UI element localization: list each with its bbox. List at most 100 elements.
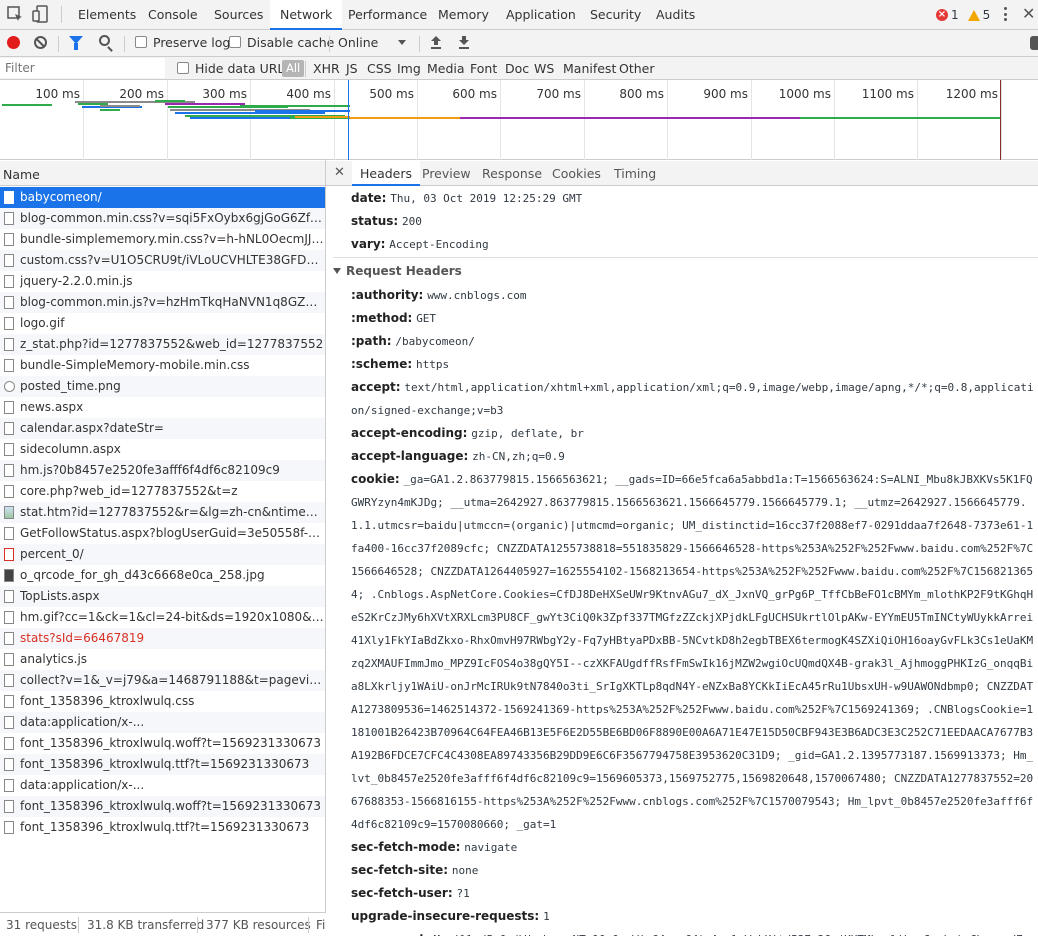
gear-icon[interactable] bbox=[1030, 36, 1038, 50]
filter-type-font[interactable]: Font bbox=[470, 61, 497, 76]
request-row[interactable]: font_1358396_ktroxlwulq.ttf?t=1569231330… bbox=[0, 817, 326, 838]
request-row[interactable]: data:application/x-... bbox=[0, 775, 326, 796]
request-row[interactable]: blog-common.min.css?v=sqi5FxOybx6gjGoG6Z… bbox=[0, 208, 326, 229]
tab-performance[interactable]: Performance bbox=[338, 0, 437, 29]
tab-memory[interactable]: Memory bbox=[428, 0, 499, 29]
hide-data-urls-checkbox[interactable] bbox=[177, 62, 189, 74]
request-headers-section[interactable]: Request Headers bbox=[333, 257, 1038, 284]
request-row[interactable]: sidecolumn.aspx bbox=[0, 439, 326, 460]
detail-tab-timing[interactable]: Timing bbox=[606, 161, 664, 186]
tab-audits[interactable]: Audits bbox=[646, 0, 705, 29]
tab-application[interactable]: Application bbox=[496, 0, 586, 29]
header-value: navigate bbox=[464, 841, 518, 854]
request-row[interactable]: GetFollowStatus.aspx?blogUserGuid=3e5055… bbox=[0, 523, 326, 544]
detail-tab-headers[interactable]: Headers bbox=[352, 161, 421, 186]
header-value: https bbox=[416, 358, 450, 371]
time-tick-label: 300 ms bbox=[202, 87, 247, 101]
inspect-element-icon[interactable] bbox=[6, 5, 24, 23]
filter-type-ws[interactable]: WS bbox=[534, 61, 554, 76]
request-row[interactable]: data:application/x-... bbox=[0, 712, 326, 733]
header-value: ?1 bbox=[456, 887, 470, 900]
header-line: accept: text/html,application/xhtml+xml,… bbox=[351, 376, 1038, 422]
search-icon[interactable] bbox=[99, 35, 110, 46]
filter-type-manifest[interactable]: Manifest bbox=[563, 61, 616, 76]
request-row[interactable]: blog-common.min.js?v=hzHmTkqHaNVN1q8GZSv… bbox=[0, 292, 326, 313]
request-row[interactable]: babycomeon/ bbox=[0, 187, 326, 208]
export-har-icon[interactable] bbox=[458, 35, 470, 49]
header-value: gzip, deflate, br bbox=[471, 427, 584, 440]
toolbar-divider bbox=[329, 36, 330, 52]
file-icon bbox=[4, 485, 14, 498]
request-row[interactable]: logo.gif bbox=[0, 313, 326, 334]
error-icon: × bbox=[936, 9, 948, 21]
request-row[interactable]: collect?v=1&_v=j79&a=1468791188&t=pagevi… bbox=[0, 670, 326, 691]
disable-cache-checkbox[interactable] bbox=[229, 36, 241, 48]
clear-icon[interactable] bbox=[34, 36, 47, 49]
request-row[interactable]: analytics.js bbox=[0, 649, 326, 670]
file-icon bbox=[4, 233, 14, 246]
preserve-log-checkbox[interactable] bbox=[135, 36, 147, 48]
file-icon bbox=[4, 254, 14, 267]
request-row[interactable]: news.aspx bbox=[0, 397, 326, 418]
request-row[interactable]: percent_0/ bbox=[0, 544, 326, 565]
filter-type-xhr[interactable]: XHR bbox=[313, 61, 340, 76]
tab-sources[interactable]: Sources bbox=[204, 0, 273, 29]
request-row[interactable]: hm.js?0b8457e2520fe3afff6f4df6c82109c9 bbox=[0, 460, 326, 481]
tab-console[interactable]: Console bbox=[138, 0, 208, 29]
detail-tab-preview[interactable]: Preview bbox=[414, 161, 479, 186]
request-row[interactable]: bundle-simplememory.min.css?v=h-hNL0Oecm… bbox=[0, 229, 326, 250]
filter-type-media[interactable]: Media bbox=[427, 61, 465, 76]
timeline-request-bar bbox=[165, 103, 245, 105]
request-row[interactable]: TopLists.aspx bbox=[0, 586, 326, 607]
throttling-select[interactable]: Online bbox=[338, 35, 378, 50]
timeline-overview[interactable]: 100 ms 200 ms 300 ms 400 ms 500 ms 600 ms 700 … bbox=[0, 80, 1038, 160]
filter-all-button[interactable]: All bbox=[282, 60, 305, 77]
file-icon bbox=[4, 800, 14, 813]
filter-type-doc[interactable]: Doc bbox=[505, 61, 529, 76]
tab-security[interactable]: Security bbox=[580, 0, 651, 29]
chevron-down-icon[interactable] bbox=[398, 40, 406, 45]
request-row[interactable]: o_qrcode_for_gh_d43c6668e0ca_258.jpg bbox=[0, 565, 326, 586]
request-row[interactable]: hm.gif?cc=1&ck=1&cl=24-bit&ds=1920x1080&… bbox=[0, 607, 326, 628]
request-row[interactable]: bundle-SimpleMemory-mobile.min.css bbox=[0, 355, 326, 376]
filter-type-js[interactable]: JS bbox=[346, 61, 358, 76]
warning-icon bbox=[967, 9, 980, 21]
import-har-icon[interactable] bbox=[430, 35, 442, 49]
request-name: core.php?web_id=1277837552&t=z bbox=[20, 484, 238, 498]
request-row[interactable]: stats?sId=66467819 bbox=[0, 628, 326, 649]
close-detail-icon[interactable]: ✕ bbox=[334, 165, 345, 180]
preserve-log-label: Preserve log bbox=[153, 35, 231, 50]
issue-counters[interactable]: × 1 5 bbox=[936, 6, 990, 24]
request-row[interactable]: z_stat.php?id=1277837552&web_id=12778375… bbox=[0, 334, 326, 355]
request-row[interactable]: stat.htm?id=1277837552&r=&lg=zh-cn&ntime… bbox=[0, 502, 326, 523]
tab-elements[interactable]: Elements bbox=[68, 0, 146, 29]
filter-type-img[interactable]: Img bbox=[397, 61, 421, 76]
time-tick-label: 1000 ms bbox=[778, 87, 831, 101]
request-row[interactable]: core.php?web_id=1277837552&t=z bbox=[0, 481, 326, 502]
detail-tab-cookies[interactable]: Cookies bbox=[544, 161, 609, 186]
name-column-header[interactable]: Name bbox=[0, 161, 326, 186]
time-tick-label: 700 ms bbox=[536, 87, 581, 101]
request-row[interactable]: posted_time.png bbox=[0, 376, 326, 397]
request-row[interactable]: font_1358396_ktroxlwulq.css bbox=[0, 691, 326, 712]
filter-icon[interactable] bbox=[69, 36, 83, 50]
request-row[interactable]: calendar.aspx?dateStr= bbox=[0, 418, 326, 439]
toolbar-divider bbox=[124, 36, 125, 52]
timeline-request-bar bbox=[295, 116, 350, 118]
filter-type-other[interactable]: Other bbox=[619, 61, 655, 76]
request-row[interactable]: font_1358396_ktroxlwulq.woff?t=156923133… bbox=[0, 796, 326, 817]
request-row[interactable]: font_1358396_ktroxlwulq.woff?t=156923133… bbox=[0, 733, 326, 754]
more-options-icon[interactable] bbox=[1004, 7, 1008, 23]
filter-input[interactable] bbox=[0, 58, 165, 78]
detail-tab-response[interactable]: Response bbox=[474, 161, 550, 186]
doc-icon bbox=[4, 191, 14, 204]
tab-network[interactable]: Network bbox=[270, 0, 343, 30]
record-icon[interactable] bbox=[7, 36, 20, 49]
request-row[interactable]: font_1358396_ktroxlwulq.ttf?t=1569231330… bbox=[0, 754, 326, 775]
request-row[interactable]: jquery-2.2.0.min.js bbox=[0, 271, 326, 292]
filter-type-css[interactable]: CSS bbox=[367, 61, 392, 76]
device-toolbar-icon[interactable] bbox=[32, 5, 50, 23]
request-row[interactable]: custom.css?v=U1O5CRU9t/iVLoUCVHLTE38GFDE… bbox=[0, 250, 326, 271]
close-devtools-icon[interactable]: ✕ bbox=[1022, 4, 1035, 23]
header-line: accept-encoding: gzip, deflate, br bbox=[351, 422, 1038, 445]
